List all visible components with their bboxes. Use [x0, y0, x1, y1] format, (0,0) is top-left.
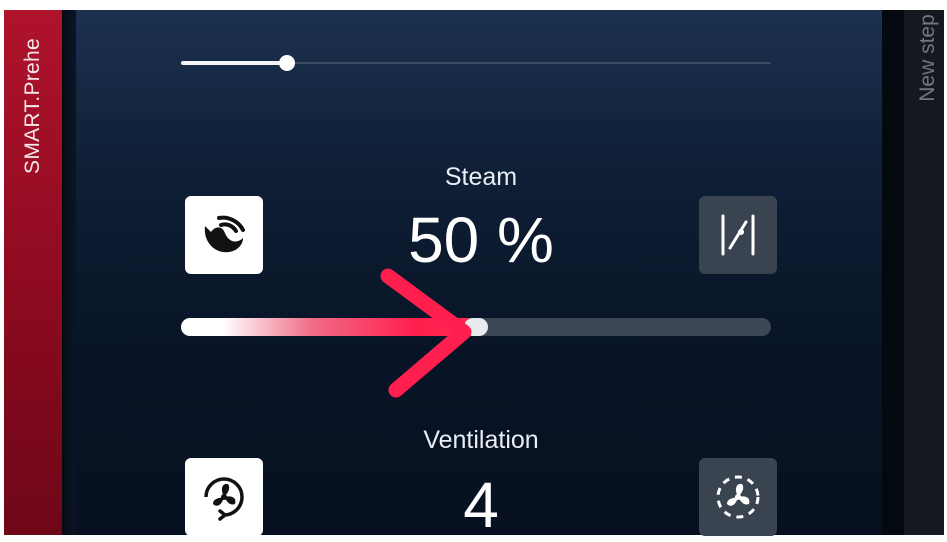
steam-slider-fill: [181, 318, 476, 336]
ventilation-value: 4: [463, 469, 499, 541]
right-divider: [882, 10, 904, 535]
steam-scale-icon: [715, 210, 761, 260]
smart-preheat-tab[interactable]: SMART.Prehe: [4, 10, 62, 535]
ventilation-label: Ventilation: [423, 426, 539, 454]
smart-preheat-tab-label: SMART.Prehe: [21, 38, 44, 174]
fan-pulse-icon: [712, 471, 764, 523]
steam-adjust-button[interactable]: [699, 196, 777, 274]
ventilation-mode-button[interactable]: [185, 458, 263, 536]
steam-icon: [199, 212, 249, 258]
steam-value: 50 %: [408, 204, 554, 276]
left-tab-shadow: [62, 10, 76, 535]
new-step-tab-label: New step: [916, 14, 939, 102]
ventilation-adjust-button[interactable]: [699, 458, 777, 536]
steam-mode-button[interactable]: [185, 196, 263, 274]
time-slider-fill: [181, 61, 288, 65]
steam-label: Steam: [444, 163, 518, 191]
steam-slider-thumb[interactable]: [464, 318, 488, 336]
fan-rotation-icon: [198, 471, 250, 523]
